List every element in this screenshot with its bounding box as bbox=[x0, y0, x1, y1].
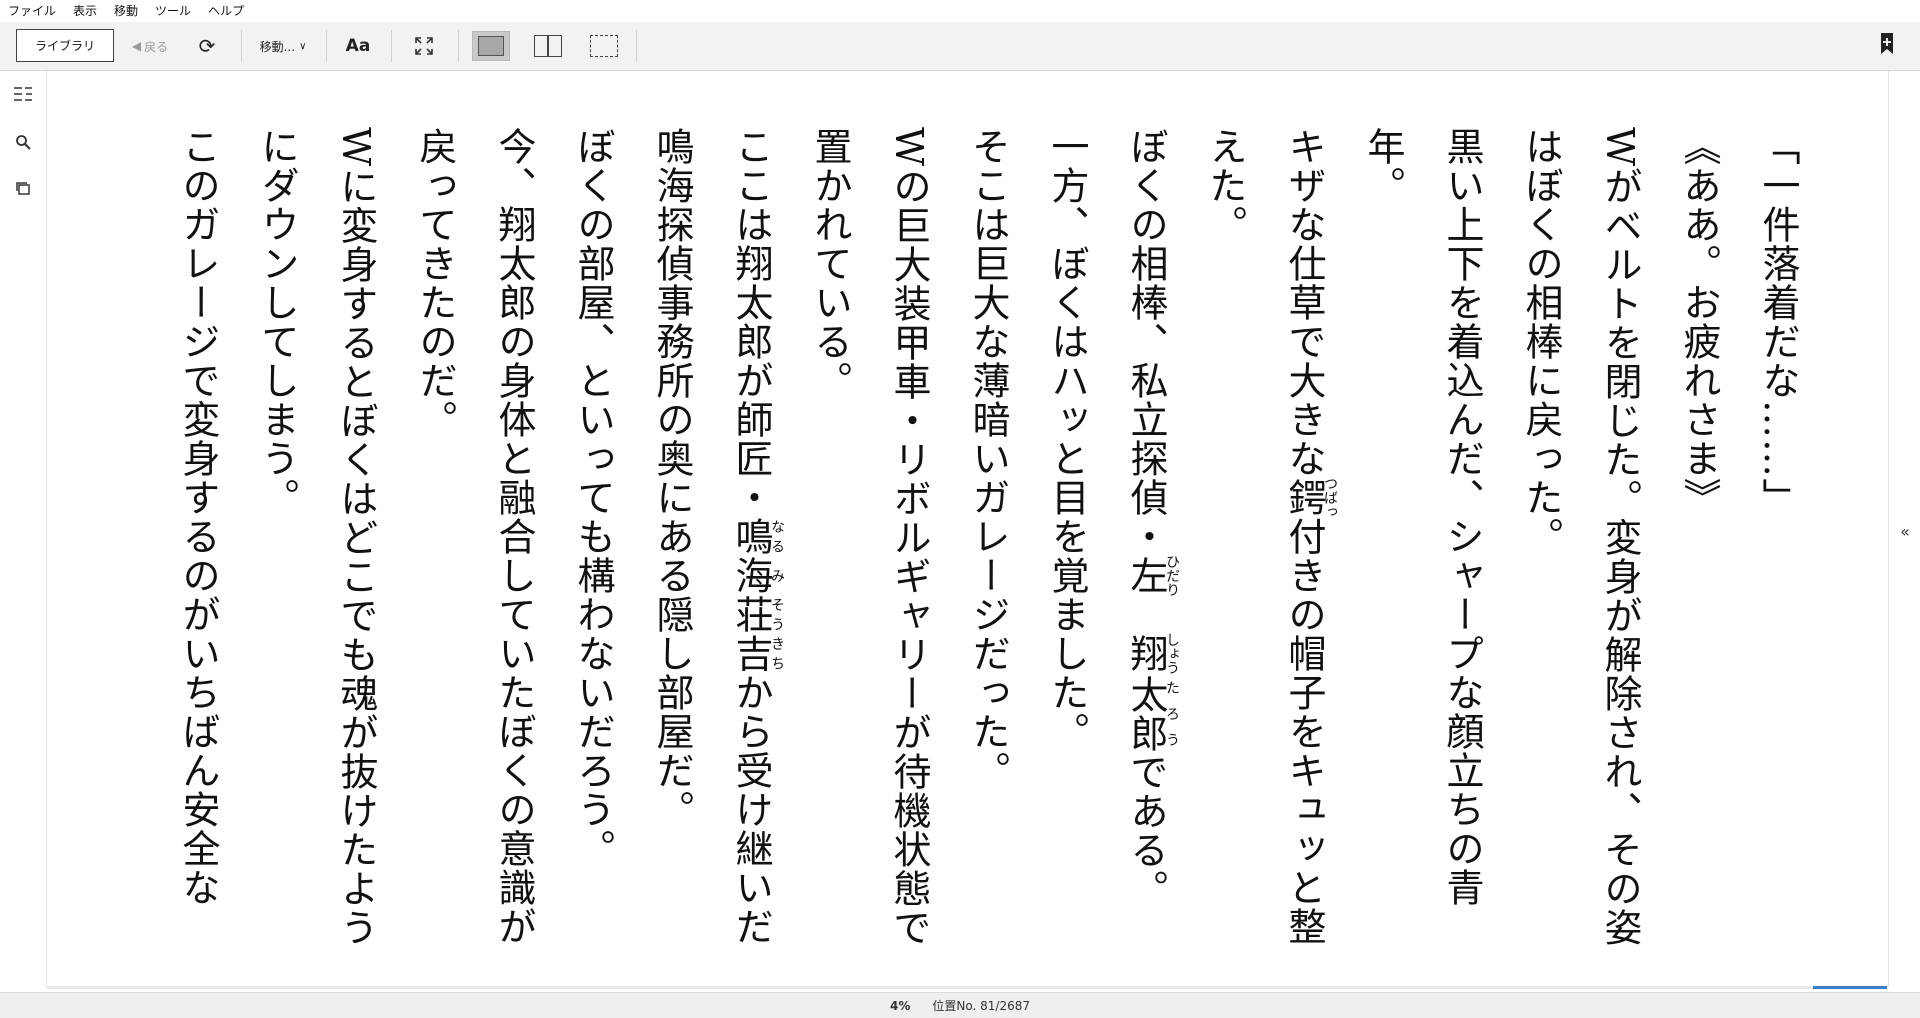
single-page-view-button[interactable] bbox=[472, 31, 510, 61]
right-sidebar: « bbox=[1888, 71, 1920, 987]
book-page-text: 「一件落着だな……」 《ああ。お疲れさま》 Wがベルトを閉じた。変身が解除され、… bbox=[57, 127, 1817, 957]
progress-fill bbox=[1813, 986, 1887, 989]
paragraph: 「一件落着だな……」 bbox=[1756, 127, 1800, 517]
menu-help[interactable]: ヘルプ bbox=[200, 0, 253, 22]
ruby-text: 荘吉そうきち bbox=[729, 595, 785, 673]
ruby-text: 鍔つばっ bbox=[1282, 476, 1338, 519]
fullscreen-icon bbox=[415, 37, 433, 55]
paragraph: Wの巨大装甲車・リボルギャリーが待機状態で置かれている。 bbox=[808, 127, 931, 948]
menu-tools[interactable]: ツール bbox=[147, 0, 200, 22]
goto-label: 移動... bbox=[259, 39, 296, 54]
double-chevron-left-icon: « bbox=[1900, 521, 1910, 541]
toolbar: ライブラリ ◀ 戻る ⟳ 移動... ∨ Aa bbox=[0, 22, 1920, 71]
ruby-text: 海み bbox=[729, 556, 785, 595]
ruby-text: 左ひだり bbox=[1124, 554, 1180, 597]
ruby-text: 翔しょう bbox=[1124, 632, 1180, 675]
back-button-label: 戻る bbox=[144, 39, 169, 54]
chevron-down-icon: ∨ bbox=[299, 40, 307, 52]
menu-bar: ファイル 表示 移動 ツール ヘルプ bbox=[0, 0, 1920, 22]
paragraph: ここは翔太郎が師匠・鳴なる海み荘吉そうきちから受け継いだ鳴海探偵事務所の奥にある… bbox=[650, 127, 785, 946]
paragraph: ぼくの部屋、といっても構わないだろう。 bbox=[571, 127, 615, 868]
left-sidebar bbox=[0, 71, 47, 987]
library-button[interactable]: ライブラリ bbox=[16, 29, 114, 62]
toolbar-divider bbox=[458, 30, 459, 62]
ruby-text: 鳴なる bbox=[729, 517, 785, 556]
paragraph: 黒い上下を着込んだ、シャープな顔立ちの青年。 bbox=[1361, 127, 1484, 907]
menu-file[interactable]: ファイル bbox=[0, 0, 65, 22]
paragraph: そこは巨大な薄暗いガレージだった。 bbox=[966, 127, 1010, 790]
paragraph: ぼくの相棒、私立探偵・左ひだり 翔しょう太郎たろうである。 bbox=[1124, 127, 1180, 909]
menu-view[interactable]: 表示 bbox=[65, 0, 106, 22]
font-settings-button[interactable]: Aa bbox=[340, 22, 376, 70]
ruby-text: 太郎たろう bbox=[1124, 674, 1180, 753]
paragraph: Wに変身するとぼくはどこでも魂が抜けたようにダウンしてしまう。 bbox=[255, 127, 378, 948]
paragraph: 今、翔太郎の身体と融合していたぼくの意識が戻ってきたのだ。 bbox=[413, 127, 536, 946]
expand-panel-button[interactable]: « bbox=[1889, 519, 1920, 543]
toolbar-divider bbox=[391, 30, 392, 62]
fullscreen-button[interactable] bbox=[404, 22, 444, 70]
toolbar-divider bbox=[241, 30, 242, 62]
progress-percent: 4% bbox=[890, 998, 911, 1013]
status-bar: 4% 位置No. 81/2687 bbox=[0, 992, 1920, 1018]
reading-progress-bar[interactable] bbox=[47, 986, 1887, 989]
two-page-view-button[interactable] bbox=[532, 31, 564, 61]
add-bookmark-button[interactable] bbox=[1880, 32, 1894, 56]
search-icon[interactable] bbox=[10, 129, 36, 155]
single-page-icon bbox=[478, 36, 504, 56]
refresh-icon: ⟳ bbox=[198, 34, 216, 58]
continuous-page-icon bbox=[590, 35, 618, 57]
bookmark-icon bbox=[1881, 33, 1893, 54]
toolbar-divider bbox=[636, 30, 637, 62]
goto-dropdown[interactable]: 移動... ∨ bbox=[252, 22, 314, 70]
continuous-view-button[interactable] bbox=[588, 31, 620, 61]
reading-pane[interactable]: 「一件落着だな……」 《ああ。お疲れさま》 Wがベルトを閉じた。変身が解除され、… bbox=[47, 71, 1887, 987]
notes-icon[interactable] bbox=[10, 175, 36, 201]
two-page-icon bbox=[534, 35, 562, 57]
toolbar-divider bbox=[326, 30, 327, 62]
back-arrow-icon: ◀ bbox=[131, 39, 142, 53]
paragraph: このガレージで変身するのがいちばん安全な bbox=[176, 127, 220, 907]
table-of-contents-icon[interactable] bbox=[10, 81, 36, 107]
location-number: 位置No. 81/2687 bbox=[932, 999, 1030, 1013]
paragraph: 《ああ。お疲れさま》 bbox=[1677, 127, 1721, 517]
paragraph: 一方、ぼくはハッと目を覚ました。 bbox=[1045, 127, 1089, 751]
paragraph: Wがベルトを閉じた。変身が解除され、その姿はぼくの相棒に戻った。 bbox=[1519, 127, 1642, 948]
menu-go[interactable]: 移動 bbox=[106, 0, 147, 22]
sync-button[interactable]: ⟳ bbox=[190, 22, 224, 70]
back-button[interactable]: ◀ 戻る bbox=[128, 22, 172, 70]
paragraph: キザな仕草で大きな鍔つばっ付きの帽子をキュッと整えた。 bbox=[1203, 127, 1338, 946]
